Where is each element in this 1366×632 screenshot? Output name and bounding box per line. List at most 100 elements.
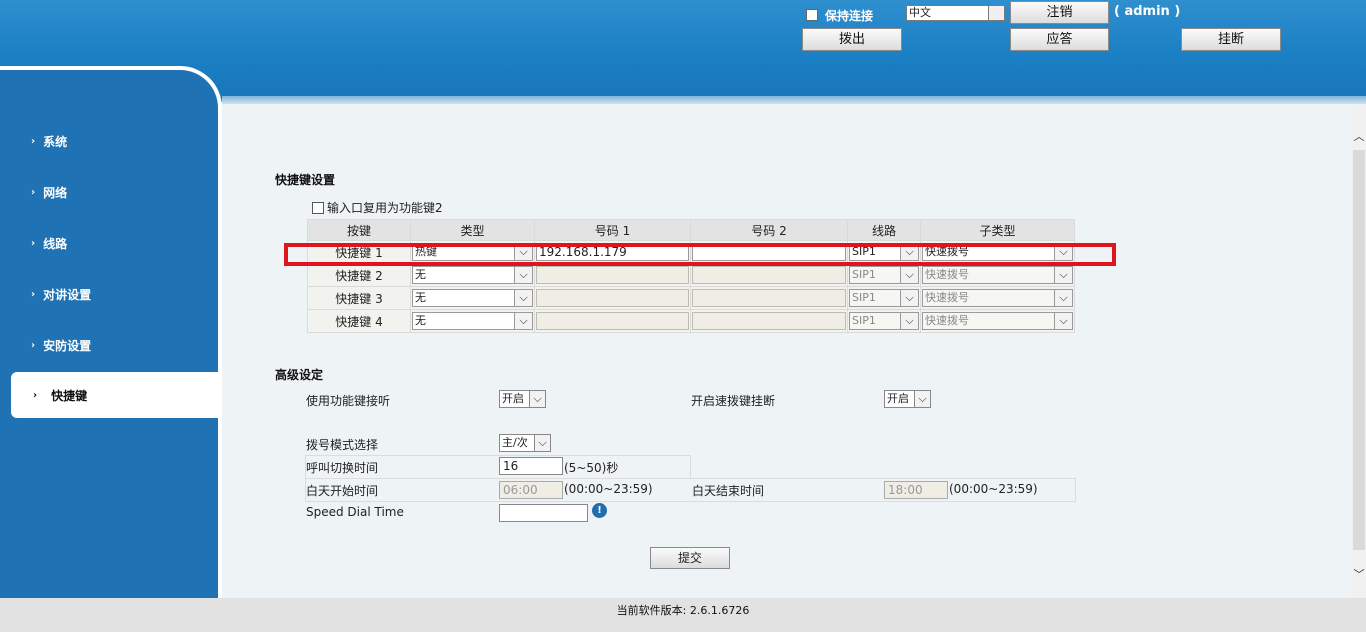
subtype-value: 快速拨号 — [925, 245, 969, 258]
keep-connection-checkbox[interactable] — [806, 9, 818, 21]
sidebar-item-label: 快捷键 — [51, 388, 88, 403]
table-row: 快捷键 1 热键 ⌵ 192.168.1.179 SIP1 ⌵ 快速拨号 ⌵ — [307, 240, 1075, 264]
chevron-down-icon: ⌵ — [514, 290, 532, 306]
chevron-down-icon: ⌵ — [900, 313, 918, 329]
subtype-value: 快速拨号 — [925, 291, 969, 304]
line-select: SIP1 ⌵ — [849, 289, 919, 307]
line-value: SIP1 — [852, 268, 876, 281]
type-select[interactable]: 无 ⌵ — [412, 266, 533, 284]
table-row: 快捷键 3 无 ⌵ SIP1 ⌵ 快速拨号 ⌵ — [307, 286, 1075, 310]
col-header-subtype: 子类型 — [920, 219, 1075, 241]
line-value: SIP1 — [852, 245, 876, 258]
advanced-settings-title: 高级设定 — [275, 368, 324, 382]
chevron-down-icon: ⌵ — [534, 435, 550, 451]
func-key-answer-value: 开启 — [502, 392, 524, 405]
speed-dial-time-label: Speed Dial Time — [306, 505, 404, 519]
chevron-down-icon: ⌵ — [1054, 313, 1072, 329]
type-select[interactable]: 热键 ⌵ — [412, 243, 533, 261]
dial-button[interactable]: 拨出 — [802, 28, 902, 51]
main-content — [222, 104, 1352, 598]
sidebar-item-intercom[interactable]: › 对讲设置 — [31, 286, 91, 303]
sidebar-item-label: 安防设置 — [43, 339, 92, 353]
sidebar-item-security[interactable]: › 安防设置 — [31, 337, 91, 354]
language-select[interactable]: 中文 — [906, 5, 1005, 21]
col-header-key: 按键 — [307, 219, 411, 241]
call-switch-time-label: 呼叫切换时间 — [306, 461, 379, 475]
type-value: 无 — [415, 314, 426, 327]
chevron-right-icon: › — [31, 187, 36, 198]
subtype-select[interactable]: 快速拨号 ⌵ — [922, 243, 1073, 261]
type-select[interactable]: 无 ⌵ — [412, 312, 533, 330]
chevron-right-icon: › — [33, 389, 38, 401]
chevron-down-icon: ⌵ — [529, 391, 545, 407]
line-value: SIP1 — [852, 314, 876, 327]
number2-input — [692, 289, 846, 307]
table-row: 快捷键 2 无 ⌵ SIP1 ⌵ 快速拨号 ⌵ — [307, 263, 1075, 287]
info-icon[interactable]: ! — [592, 503, 607, 518]
reuse-input-option[interactable]: 输入口复用为功能键2 — [312, 199, 443, 216]
day-start-label: 白天开始时间 — [306, 484, 379, 498]
hotkey-name: 快捷键 3 — [307, 286, 411, 310]
number1-input — [536, 312, 689, 330]
type-value: 无 — [415, 268, 426, 281]
chevron-down-icon: ⌵ — [900, 267, 918, 283]
speed-dial-hangup-select[interactable]: 开启 ⌵ — [884, 390, 931, 408]
scroll-up-icon[interactable]: ︿ — [1352, 128, 1366, 144]
language-value: 中文 — [909, 6, 931, 19]
scrollbar-thumb[interactable] — [1353, 150, 1365, 550]
number2-input — [692, 266, 846, 284]
sidebar-item-system[interactable]: › 系统 — [31, 133, 67, 150]
vertical-scrollbar[interactable]: ︿ ﹀ — [1352, 104, 1366, 598]
keep-connection-label: 保持连接 — [825, 8, 874, 23]
sidebar-item-label: 系统 — [43, 135, 68, 149]
subtype-value: 快速拨号 — [925, 268, 969, 281]
type-value: 无 — [415, 291, 426, 304]
sidebar-item-hotkeys[interactable]: › 快捷键 — [11, 372, 218, 418]
sidebar-item-label: 网络 — [43, 186, 68, 200]
subtype-value: 快速拨号 — [925, 314, 969, 327]
col-header-number1: 号码 1 — [534, 219, 691, 241]
number1-input[interactable]: 192.168.1.179 — [536, 243, 689, 261]
logout-button[interactable]: 注销 — [1010, 1, 1109, 24]
speed-dial-hangup-value: 开启 — [887, 392, 909, 405]
sidebar-item-network[interactable]: › 网络 — [31, 184, 67, 201]
subtype-select: 快速拨号 ⌵ — [922, 312, 1073, 330]
hangup-button[interactable]: 挂断 — [1181, 28, 1281, 51]
subtype-select: 快速拨号 ⌵ — [922, 289, 1073, 307]
hotkey-table: 按键 类型 号码 1 号码 2 线路 子类型 快捷键 1 热键 ⌵ 192.168… — [307, 219, 1075, 333]
hotkey-name: 快捷键 1 — [307, 240, 411, 264]
sidebar-item-line[interactable]: › 线路 — [31, 235, 67, 252]
line-select[interactable]: SIP1 ⌵ — [849, 243, 919, 261]
type-select[interactable]: 无 ⌵ — [412, 289, 533, 307]
chevron-down-icon: ⌵ — [514, 267, 532, 283]
submit-button[interactable]: 提交 — [650, 547, 730, 569]
speed-dial-time-input[interactable] — [499, 504, 588, 522]
type-value: 热键 — [415, 245, 437, 258]
hotkey-settings-title: 快捷键设置 — [275, 173, 336, 187]
current-user: ( admin ) — [1114, 4, 1181, 19]
number1-input — [536, 289, 689, 307]
day-end-label: 白天结束时间 — [692, 484, 765, 498]
col-header-line: 线路 — [847, 219, 921, 241]
call-switch-time-input[interactable]: 16 — [499, 457, 563, 475]
call-switch-time-hint: (5~50)秒 — [564, 461, 619, 475]
reuse-input-checkbox[interactable] — [312, 201, 324, 214]
chevron-down-icon: ⌵ — [1054, 290, 1072, 306]
table-row: 快捷键 4 无 ⌵ SIP1 ⌵ 快速拨号 ⌵ — [307, 309, 1075, 333]
day-end-input: 18:00 — [884, 481, 948, 499]
software-version: 当前软件版本: 2.6.1.6726 — [0, 598, 1366, 632]
sidebar-item-label: 对讲设置 — [43, 288, 92, 302]
reuse-input-label: 输入口复用为功能键2 — [327, 201, 443, 215]
func-key-answer-select[interactable]: 开启 ⌵ — [499, 390, 546, 408]
day-start-hint: (00:00~23:59) — [564, 482, 653, 496]
answer-button[interactable]: 应答 — [1010, 28, 1109, 51]
dial-mode-select[interactable]: 主/次 ⌵ — [499, 434, 551, 452]
hotkey-name: 快捷键 4 — [307, 309, 411, 333]
scroll-down-icon[interactable]: ﹀ — [1352, 566, 1366, 582]
chevron-down-icon: ⌵ — [514, 244, 532, 260]
number2-input[interactable] — [692, 243, 846, 261]
sidebar-item-label: 线路 — [43, 237, 68, 251]
keep-connection[interactable]: 保持连接 — [806, 7, 873, 23]
line-value: SIP1 — [852, 291, 876, 304]
day-start-input: 06:00 — [499, 481, 563, 499]
